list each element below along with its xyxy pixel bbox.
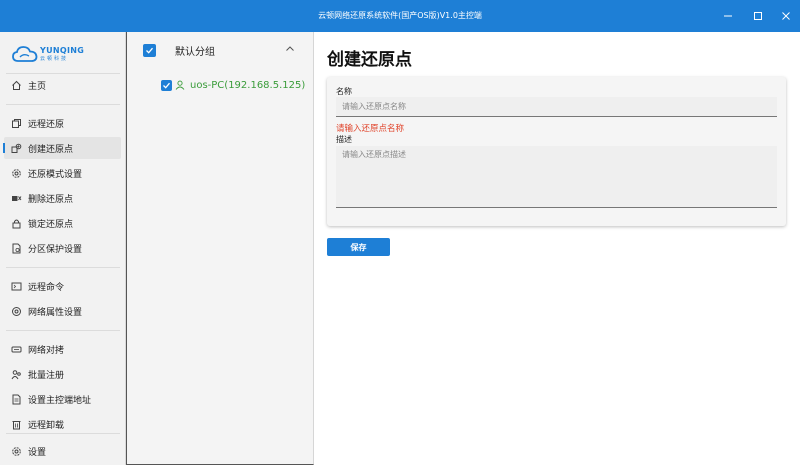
logo-brand-cn: 云顿科技: [40, 55, 69, 62]
chevron-up-icon[interactable]: [285, 44, 295, 57]
cloud-logo-icon: [12, 46, 38, 62]
device-checkbox[interactable]: [161, 79, 172, 91]
name-label: 名称: [336, 87, 352, 96]
minimize-button[interactable]: [718, 6, 738, 26]
sidebar-item-label: 主页: [28, 81, 47, 92]
sidebar-item-label: 网络对拷: [28, 345, 65, 356]
group-panel: 默认分组 uos-PC(192.168.5.125): [126, 32, 314, 465]
group-checkbox[interactable]: [143, 43, 156, 57]
description-input[interactable]: [336, 146, 777, 208]
checkmark-icon: [146, 47, 153, 54]
close-button[interactable]: [776, 6, 796, 26]
terminal-icon: [10, 280, 22, 292]
description-label: 描述: [336, 135, 352, 144]
group-name: 默认分组: [175, 46, 215, 58]
gear-icon: [10, 167, 22, 179]
sidebar-item-label: 创建还原点: [28, 144, 74, 155]
sidebar-divider: [6, 433, 120, 434]
maximize-icon: [754, 12, 762, 20]
save-button[interactable]: 保存: [327, 238, 390, 256]
address-icon: [10, 393, 22, 405]
users-icon: [10, 368, 22, 380]
maximize-button[interactable]: [748, 6, 768, 26]
name-input[interactable]: [336, 97, 777, 117]
sidebar-divider: [6, 104, 120, 105]
title-bar: 云顿网络还原系统软件(国产OS版)V1.0主控端: [0, 0, 800, 32]
sidebar-item-label: 分区保护设置: [28, 244, 83, 255]
sidebar-item-batch-register[interactable]: 批量注册: [4, 363, 121, 385]
settings-icon: [10, 445, 22, 457]
minimize-icon: [724, 15, 732, 17]
copy-icon: [10, 117, 22, 129]
sidebar-item-label: 删除还原点: [28, 194, 74, 205]
sidebar-item-delete-restore-point[interactable]: 删除还原点: [4, 187, 121, 209]
sidebar-item-label: 远程还原: [28, 119, 65, 130]
sidebar-item-label: 还原模式设置: [28, 169, 83, 180]
sidebar-item-set-controller-address[interactable]: 设置主控端地址: [4, 388, 121, 410]
sidebar-item-label: 远程命令: [28, 282, 65, 293]
device-name: uos-PC(192.168.5.125): [190, 79, 306, 91]
sidebar-divider: [6, 267, 120, 268]
device-item[interactable]: uos-PC(192.168.5.125): [161, 78, 305, 92]
checkmark-icon: [163, 82, 170, 89]
sidebar-item-network-settings[interactable]: 网络属性设置: [4, 300, 121, 322]
sidebar: YUNQING 云顿科技 主页 远程还原 创建还原点 还原模式设置 删除还原点: [0, 32, 126, 465]
sidebar-item-network-copy[interactable]: 网络对拷: [4, 338, 121, 360]
sidebar-item-label: 设置主控端地址: [28, 395, 92, 406]
group-header: 默认分组: [143, 42, 305, 58]
sidebar-item-restore-mode[interactable]: 还原模式设置: [4, 162, 121, 184]
sidebar-item-settings[interactable]: 设置: [4, 440, 121, 462]
close-icon: [782, 12, 790, 20]
sidebar-item-partition-protection[interactable]: 分区保护设置: [4, 237, 121, 259]
sidebar-item-label: 锁定还原点: [28, 219, 74, 230]
sidebar-item-remote-restore[interactable]: 远程还原: [4, 112, 121, 134]
sidebar-item-label: 远程卸载: [28, 420, 65, 431]
page-title: 创建还原点: [327, 50, 412, 70]
sidebar-item-label: 网络属性设置: [28, 307, 83, 318]
sidebar-item-label: 设置: [28, 447, 47, 458]
logo-brand: YUNQING: [40, 45, 85, 55]
sidebar-item-home[interactable]: 主页: [4, 74, 121, 96]
logo: YUNQING 云顿科技: [12, 42, 84, 66]
create-restore-icon: [10, 142, 22, 154]
lock-icon: [10, 217, 22, 229]
sidebar-item-lock-restore-point[interactable]: 锁定还原点: [4, 212, 121, 234]
restore-point-form: 名称 请输入还原点名称 描述: [327, 77, 786, 226]
main-content: 创建还原点 名称 请输入还原点名称 描述 保存: [314, 32, 800, 465]
disk-icon: [10, 343, 22, 355]
name-error: 请输入还原点名称: [336, 124, 405, 134]
sidebar-divider: [6, 330, 120, 331]
sidebar-item-create-restore-point[interactable]: 创建还原点: [3, 137, 121, 159]
home-icon: [10, 79, 22, 91]
sidebar-item-label: 批量注册: [28, 370, 65, 381]
trash-icon: [10, 418, 22, 430]
network-icon: [10, 305, 22, 317]
document-icon: [10, 242, 22, 254]
window-title: 云顿网络还原系统软件(国产OS版)V1.0主控端: [318, 11, 482, 20]
sidebar-item-remote-command[interactable]: 远程命令: [4, 275, 121, 297]
user-icon: [175, 80, 185, 90]
delete-icon: [10, 192, 22, 204]
sidebar-item-remote-uninstall[interactable]: 远程卸载: [4, 413, 121, 435]
